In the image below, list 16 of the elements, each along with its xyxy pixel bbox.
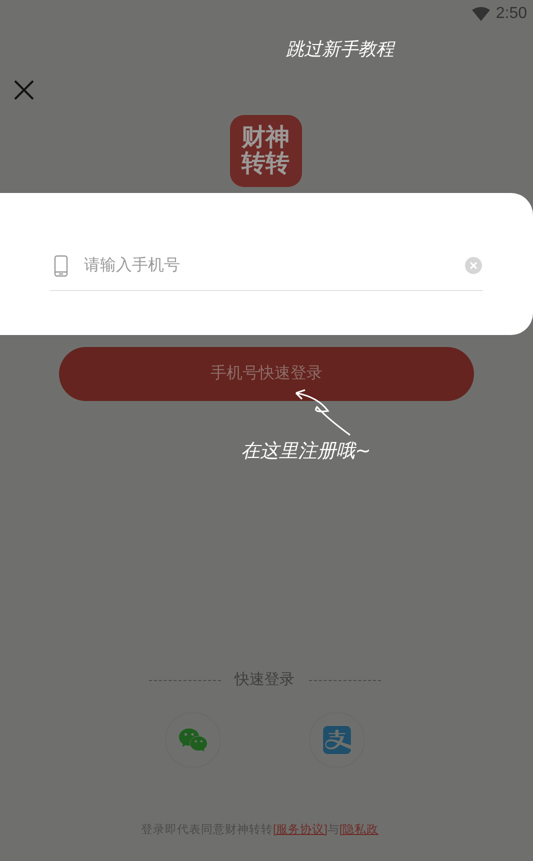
wechat-login-button[interactable]: [164, 712, 220, 768]
alipay-login-button[interactable]: [308, 712, 364, 768]
register-hint: 在这里注册哦~: [241, 440, 371, 462]
phone-login-button[interactable]: 手机号快速登录: [59, 347, 474, 401]
wifi-icon: [472, 7, 490, 21]
close-icon[interactable]: [14, 80, 34, 100]
skip-tutorial-link[interactable]: 跳过新手教程: [286, 39, 394, 60]
alipay-icon: [322, 726, 350, 754]
app-logo: 财神 转转: [230, 115, 302, 187]
status-time: 2:50: [496, 4, 527, 24]
agreement-link[interactable]: [服务协议]: [273, 824, 328, 836]
phone-icon: [54, 254, 68, 276]
phone-input-field[interactable]: 请输入手机号: [84, 254, 465, 278]
wechat-icon: [178, 726, 206, 754]
clear-icon[interactable]: [465, 257, 482, 274]
agreement-link[interactable]: [隐私政: [339, 824, 379, 836]
